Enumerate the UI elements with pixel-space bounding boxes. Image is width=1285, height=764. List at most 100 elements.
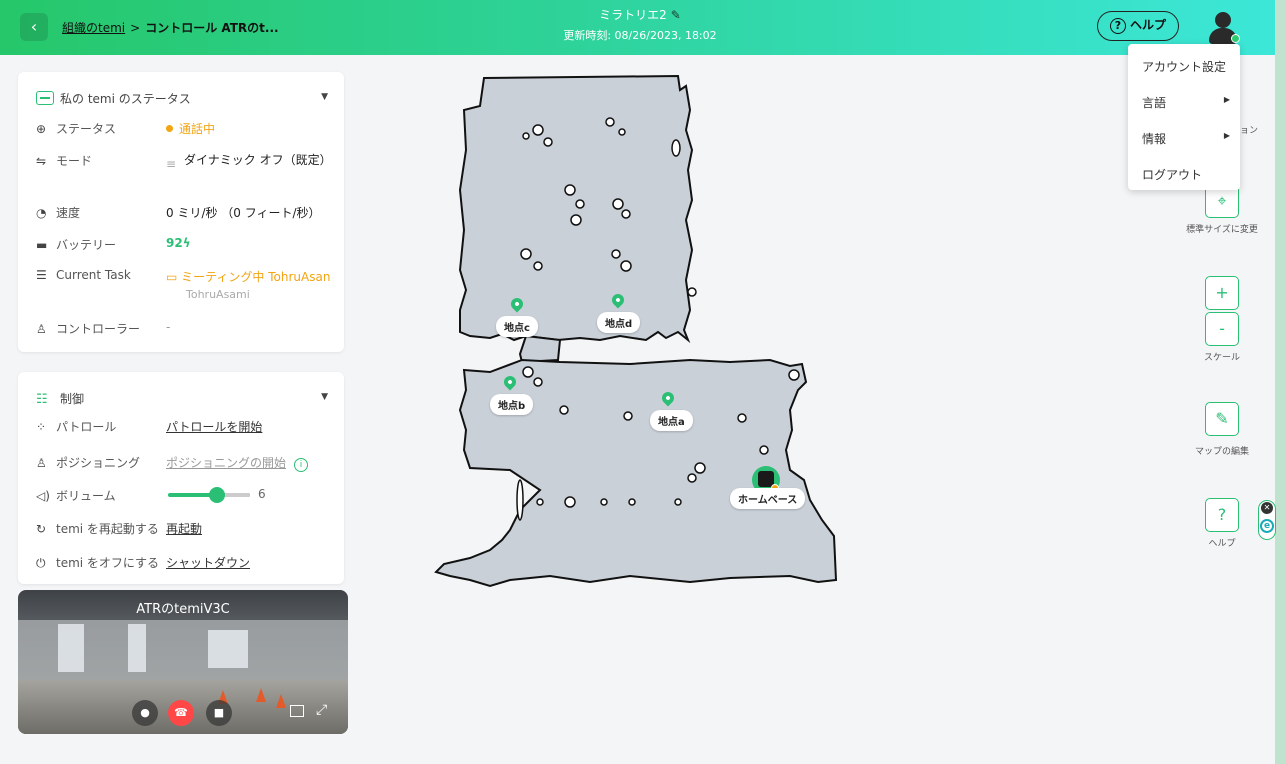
- breadcrumb-current: コントロール ATRのt...: [145, 21, 279, 35]
- video-call-window: ATRのtemiV3C ● ☎ ■ ⤢: [18, 590, 348, 734]
- question-circle-icon: ?: [1109, 18, 1126, 34]
- crosshair-icon: ⌖: [1217, 191, 1227, 210]
- menu-item-language[interactable]: 言語 ▶: [1142, 94, 1232, 111]
- controller-label: コントローラー: [56, 322, 141, 336]
- battery-icon: ▬: [36, 238, 48, 252]
- charging-bolt-icon: ϟ: [182, 236, 191, 250]
- menu-item-info[interactable]: 情報 ▶: [1142, 130, 1232, 147]
- speed-label: 速度: [56, 206, 81, 220]
- pencil-icon: ✎: [1215, 409, 1229, 428]
- microphone-icon: ●: [140, 706, 150, 719]
- hang-up-button[interactable]: ☎: [168, 700, 194, 726]
- zoom-out-button[interactable]: -: [1205, 312, 1239, 346]
- power-icon: ⏻: [36, 556, 46, 570]
- restart-link[interactable]: 再起動: [166, 520, 202, 537]
- reset-size-label: 標準サイズに変更: [1186, 225, 1258, 235]
- volume-value: 6: [258, 487, 266, 501]
- online-status-dot: [1231, 34, 1240, 43]
- status-icon: ⊕: [36, 122, 47, 136]
- breadcrumb-separator: >: [130, 21, 141, 35]
- top-bar: ‹ 組織のtemi > コントロール ATRのt... ミラトリエ2 ✎ 更新時刻: …: [0, 0, 1275, 55]
- window-mode-icon[interactable]: [290, 705, 304, 717]
- shutdown-link[interactable]: シャットダウン: [166, 554, 250, 571]
- restart-icon: ↻: [36, 522, 47, 536]
- map-name: ミラトリエ2: [599, 8, 667, 22]
- status-panel-header[interactable]: 私の temi のステータス: [36, 90, 191, 107]
- help-button-label: ヘルプ: [1129, 18, 1166, 32]
- info-icon[interactable]: i: [294, 458, 309, 472]
- menu-item-logout[interactable]: ログアウト: [1142, 166, 1232, 183]
- map-floor-upper: [458, 74, 694, 344]
- map-pin-icon[interactable]: [508, 295, 526, 316]
- updated-timestamp: 更新時刻: 08/26/2023, 18:02: [563, 29, 717, 42]
- status-panel: 私の temi のステータス ▼ ⊕ ステータス 通話中 ⇋ モード ≡ ダイナミック…: [18, 72, 344, 352]
- speedometer-icon: ◔: [36, 206, 47, 220]
- map-pin-icon[interactable]: [609, 291, 627, 312]
- control-panel: ☷ 制御 ▼ ⁘ パトロール パトロールを開始 ♙ ポジショニング ポジショニングの開…: [18, 372, 344, 584]
- mode-value: ≡ ダイナミック オフ（既定）: [166, 153, 332, 171]
- person-icon: ♙: [36, 322, 47, 336]
- positioning-icon: ♙: [36, 456, 47, 470]
- side-widget-tab[interactable]: ✕ e: [1258, 500, 1276, 540]
- start-patrol-link[interactable]: パトロールを開始: [166, 418, 262, 435]
- mode-sliders-icon: ⇋: [36, 154, 47, 168]
- video-title: ATRのtemiV3C: [136, 602, 230, 617]
- map-pin-icon[interactable]: [659, 389, 677, 410]
- mode-label: モード: [56, 154, 93, 168]
- volume-slider[interactable]: [168, 487, 250, 503]
- location-label-a[interactable]: 地点a: [650, 410, 693, 431]
- location-label-c[interactable]: 地点c: [496, 316, 538, 337]
- task-sub-value: TohruAsami: [186, 288, 250, 301]
- location-label-b[interactable]: 地点b: [490, 394, 534, 415]
- controller-value: -: [166, 320, 171, 334]
- account-dropdown-menu: アカウント設定 言語 ▶ 情報 ▶ ログアウト: [1128, 44, 1240, 190]
- map-corridor: [518, 334, 562, 364]
- close-icon[interactable]: ✕: [1261, 502, 1273, 514]
- edit-map-button[interactable]: ✎: [1205, 402, 1239, 436]
- status-label: ステータス: [56, 122, 117, 136]
- battery-label: バッテリー: [56, 238, 117, 252]
- map-title-block: ミラトリエ2 ✎ 更新時刻: 08/26/2023, 18:02: [520, 6, 760, 43]
- camera-icon: ■: [213, 706, 225, 719]
- task-value: ▭ ミーティング中 TohruAsan: [166, 270, 331, 284]
- location-label-d[interactable]: 地点d: [597, 312, 641, 333]
- help-tool-label: ヘルプ: [1208, 539, 1236, 549]
- breadcrumb-org-link[interactable]: 組織のtemi: [62, 21, 125, 35]
- status-panel-icon: [36, 91, 54, 105]
- list-icon: ≡: [166, 157, 177, 171]
- zoom-in-button[interactable]: +: [1205, 276, 1239, 310]
- user-avatar[interactable]: [1206, 10, 1240, 44]
- status-collapse-caret-icon[interactable]: ▼: [321, 92, 328, 102]
- submenu-arrow-icon: ▶: [1223, 95, 1230, 104]
- extension-e-icon[interactable]: e: [1260, 519, 1274, 533]
- camera-button[interactable]: ■: [206, 700, 232, 726]
- control-collapse-caret-icon[interactable]: ▼: [321, 392, 328, 402]
- edit-pencil-icon[interactable]: ✎: [671, 8, 681, 22]
- breadcrumb: 組織のtemi > コントロール ATRのt...: [62, 19, 279, 36]
- positioning-label: ポジショニング: [56, 456, 141, 470]
- help-button[interactable]: ? ヘルプ: [1097, 11, 1179, 41]
- restart-label: temi を再起動する: [56, 522, 159, 536]
- status-panel-title: 私の temi のステータス: [60, 92, 191, 106]
- patrol-icon: ⁘: [36, 420, 47, 434]
- window-edge-strip: [1275, 0, 1285, 764]
- speed-value: 0 ミリ/秒 （0 フィート/秒）: [166, 206, 321, 220]
- home-base-label[interactable]: ホームベース: [730, 488, 806, 509]
- start-positioning-link[interactable]: ポジショニングの開始 i: [166, 454, 309, 472]
- map-canvas[interactable]: [430, 70, 850, 600]
- video-camera-icon: ▭: [166, 270, 182, 284]
- help-tool-button[interactable]: ?: [1205, 498, 1239, 532]
- submenu-arrow-icon: ▶: [1223, 131, 1230, 140]
- back-button[interactable]: ‹: [20, 13, 48, 41]
- shutdown-label: temi をオフにする: [56, 556, 160, 570]
- map-pin-icon[interactable]: [501, 373, 519, 394]
- phone-hangup-icon: ☎: [174, 706, 188, 719]
- fullscreen-icon[interactable]: ⤢: [316, 702, 327, 718]
- control-panel-header[interactable]: ☷ 制御: [36, 390, 84, 407]
- control-sliders-icon: ☷: [36, 392, 48, 407]
- menu-item-account-settings[interactable]: アカウント設定: [1142, 58, 1232, 75]
- volume-label: ボリューム: [56, 489, 116, 503]
- partially-hidden-label: ョン: [1240, 126, 1259, 136]
- microphone-button[interactable]: ●: [132, 700, 158, 726]
- status-value: 通話中: [166, 120, 215, 137]
